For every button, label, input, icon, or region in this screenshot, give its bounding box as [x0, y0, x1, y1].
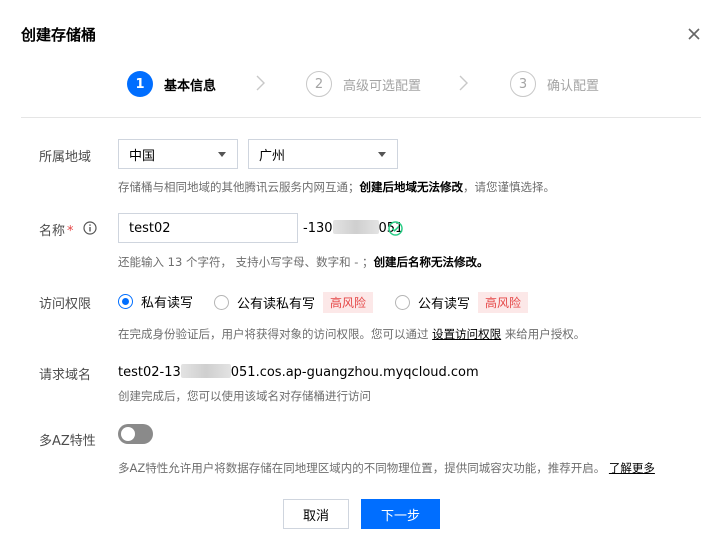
radio-public-rw[interactable]: 公有读写 高风险	[395, 292, 529, 313]
access-hint: 在完成身份验证后，用户将获得对象的访问权限。您可以通过 设置访问权限 来给用户授…	[118, 326, 585, 342]
multi-az-label: 多AZ特性	[39, 434, 96, 449]
step-label: 高级可选配置	[343, 78, 422, 94]
region-hint-text: 存储桶与相同地域的其他腾讯云服务内网互通；	[118, 180, 360, 194]
step-basic-info: 1 基本信息	[127, 71, 216, 97]
dialog-title: 创建存储桶	[21, 26, 97, 44]
radio-dot[interactable]	[214, 295, 229, 310]
cancel-button[interactable]: 取消	[283, 499, 349, 529]
region-hint-suffix: ，请您谨慎选择。	[463, 180, 555, 194]
region-hint-warning: 创建后地域无法修改	[359, 180, 464, 194]
radio-label: 公有读私有写	[237, 297, 316, 312]
domain-hint: 创建完成后，您可以使用该域名对存储桶进行访问	[118, 389, 371, 403]
name-hint-text: 还能输入 13 个字符， 支持小写字母、数字和 - ；	[118, 255, 374, 269]
radio-private-rw[interactable]: 私有读写	[118, 292, 193, 311]
check-circle-icon	[388, 221, 403, 236]
region-hint: 存储桶与相同地域的其他腾讯云服务内网互通；创建后地域无法修改，请您谨慎选择。	[118, 179, 555, 195]
appid-prefix: -130	[303, 221, 333, 236]
name-hint: 还能输入 13 个字符， 支持小写字母、数字和 - ；创建后名称无法修改。	[118, 254, 489, 270]
city-select-value: 广州	[259, 148, 286, 164]
access-hint-text: 在完成身份验证后，用户将获得对象的访问权限。您可以通过	[118, 327, 429, 341]
header-divider	[21, 117, 701, 118]
next-button[interactable]: 下一步	[361, 499, 440, 529]
step-advanced-config: 2 高级可选配置	[306, 71, 421, 97]
step-number: 1	[127, 71, 153, 97]
step-label: 确认配置	[547, 78, 600, 94]
radio-label: 公有读写	[418, 297, 471, 312]
redacted-block	[180, 364, 231, 378]
multi-az-hint: 多AZ特性允许用户将数据存储在同地理区域内的不同物理位置，提供同城容灾功能，推荐…	[118, 460, 655, 476]
info-icon[interactable]	[83, 221, 97, 235]
multi-az-toggle[interactable]	[118, 424, 153, 444]
step-label: 基本信息	[164, 78, 217, 94]
high-risk-badge: 高风险	[478, 292, 529, 313]
learn-more-link[interactable]: 了解更多	[609, 461, 655, 475]
domain-suffix: 051.cos.ap-guangzhou.myqcloud.com	[230, 365, 479, 380]
access-hint-suffix: 来给用户授权。	[504, 327, 586, 341]
chevron-right-icon	[459, 75, 468, 91]
name-label: 名称 *	[39, 220, 74, 239]
radio-dot[interactable]	[118, 294, 133, 309]
radio-dot[interactable]	[395, 295, 410, 310]
region-label: 所属地域	[39, 150, 92, 165]
caret-down-icon	[378, 152, 386, 157]
access-label: 访问权限	[39, 297, 92, 312]
bucket-name-input[interactable]	[118, 213, 298, 243]
domain-value: test02-13 051.cos.ap-guangzhou.myqcloud.c…	[118, 364, 479, 380]
step-number: 2	[306, 71, 332, 97]
country-select[interactable]: 中国	[118, 139, 238, 169]
name-hint-warning: 创建后名称无法修改。	[373, 255, 489, 269]
radio-public-read-private-write[interactable]: 公有读私有写 高风险	[214, 292, 374, 313]
multi-az-hint-text: 多AZ特性允许用户将数据存储在同地理区域内的不同物理位置，提供同城容灾功能，推荐…	[118, 461, 606, 475]
caret-down-icon	[218, 152, 226, 157]
close-icon[interactable]	[684, 24, 704, 44]
city-select[interactable]: 广州	[248, 139, 398, 169]
high-risk-badge: 高风险	[323, 292, 374, 313]
country-select-value: 中国	[129, 148, 156, 164]
required-mark: *	[67, 224, 74, 239]
step-number: 3	[510, 71, 536, 97]
set-access-link[interactable]: 设置访问权限	[432, 327, 501, 341]
name-label-text: 名称	[39, 224, 66, 239]
step-confirm-config: 3 确认配置	[510, 71, 599, 97]
domain-prefix: test02-13	[118, 365, 181, 380]
toggle-knob	[121, 427, 135, 441]
chevron-right-icon	[256, 75, 265, 91]
radio-label: 私有读写	[141, 296, 194, 311]
domain-label: 请求域名	[39, 368, 92, 383]
redacted-block	[332, 220, 379, 234]
